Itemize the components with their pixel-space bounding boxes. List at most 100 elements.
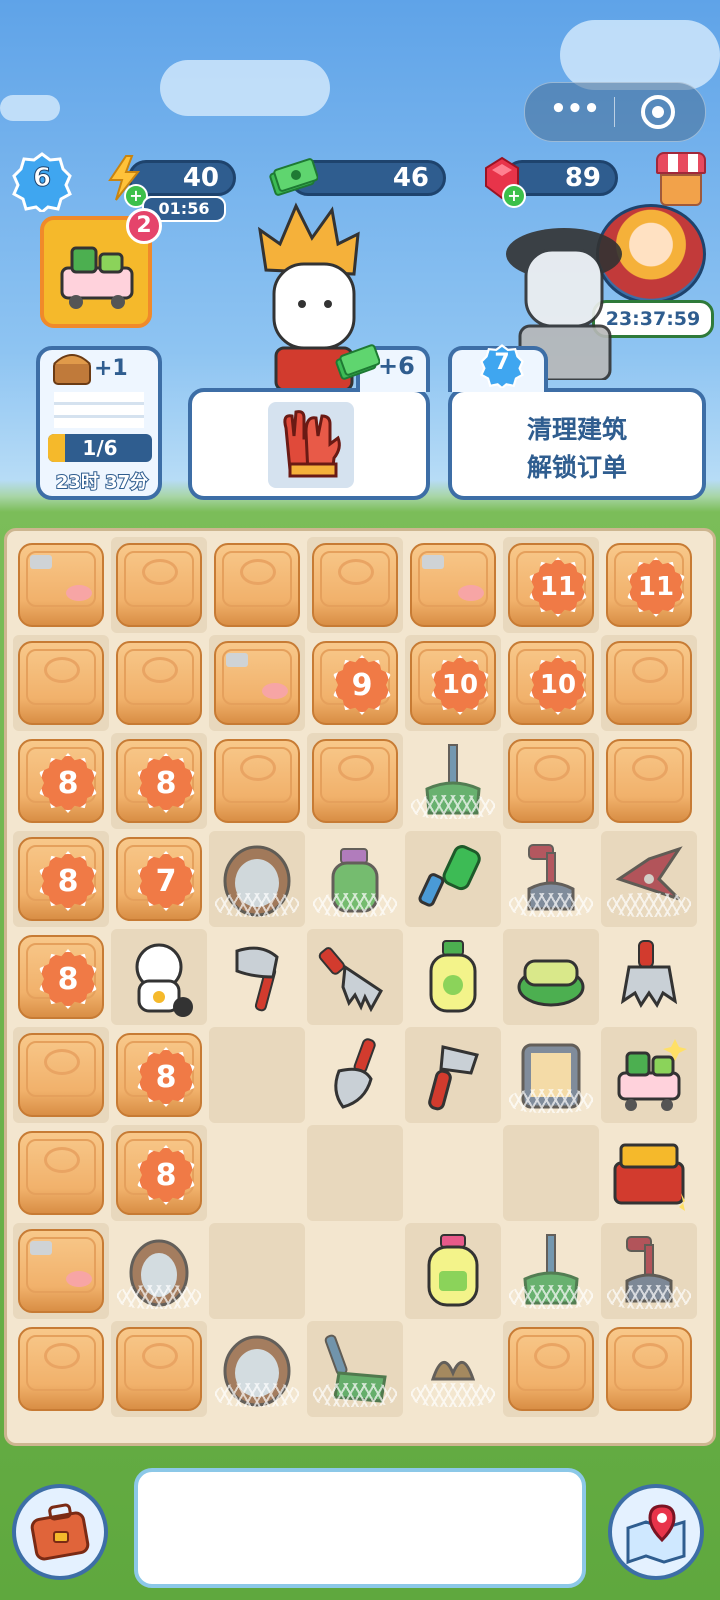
crate[interactable]: 8 bbox=[18, 935, 104, 1019]
crate[interactable]: 8 bbox=[116, 1131, 202, 1215]
crate[interactable] bbox=[18, 1131, 104, 1215]
crate[interactable] bbox=[116, 641, 202, 725]
board-cell[interactable] bbox=[503, 929, 599, 1025]
message-box[interactable] bbox=[134, 1468, 586, 1588]
board-cell[interactable] bbox=[13, 1125, 109, 1221]
crate[interactable]: 8 bbox=[18, 837, 104, 921]
board-cell-empty[interactable] bbox=[503, 1125, 599, 1221]
cart-icon[interactable] bbox=[609, 1035, 689, 1115]
crate[interactable] bbox=[18, 641, 104, 725]
board-cell[interactable] bbox=[601, 831, 697, 927]
flashlight-icon[interactable] bbox=[413, 839, 493, 919]
board-cell[interactable]: 10 bbox=[503, 635, 599, 731]
crate[interactable] bbox=[508, 1327, 594, 1411]
board-cell[interactable] bbox=[503, 831, 599, 927]
crate[interactable] bbox=[606, 1327, 692, 1411]
board-cell[interactable] bbox=[209, 831, 305, 927]
lucky-cat-icon[interactable] bbox=[119, 937, 199, 1017]
close-miniprogram-icon[interactable] bbox=[641, 95, 675, 129]
board-cell[interactable]: 8 bbox=[111, 1027, 207, 1123]
crate[interactable] bbox=[312, 739, 398, 823]
board-cell[interactable] bbox=[307, 929, 403, 1025]
board-cell[interactable]: 7 bbox=[111, 831, 207, 927]
board-cell[interactable] bbox=[13, 537, 109, 633]
board-cell[interactable] bbox=[601, 929, 697, 1025]
crate[interactable] bbox=[18, 1033, 104, 1117]
trowel-icon[interactable] bbox=[315, 1035, 395, 1115]
board-cell[interactable] bbox=[503, 1027, 599, 1123]
rake-icon[interactable] bbox=[315, 937, 395, 1017]
board-cell[interactable] bbox=[307, 1027, 403, 1123]
board-cell[interactable] bbox=[307, 537, 403, 633]
board-cell[interactable] bbox=[405, 831, 501, 927]
toolbox-icon[interactable] bbox=[609, 1133, 689, 1213]
crate[interactable] bbox=[18, 1229, 104, 1313]
board-cell[interactable]: 8 bbox=[13, 929, 109, 1025]
board-cell-empty[interactable] bbox=[209, 1027, 305, 1123]
crate[interactable]: 8 bbox=[116, 739, 202, 823]
board-cell[interactable] bbox=[307, 733, 403, 829]
board-cell[interactable]: 8 bbox=[111, 1125, 207, 1221]
lotion-icon[interactable] bbox=[413, 1231, 493, 1311]
inventory-button[interactable] bbox=[12, 1484, 108, 1580]
board-cell[interactable] bbox=[209, 537, 305, 633]
crate[interactable]: 8 bbox=[116, 1033, 202, 1117]
crate[interactable] bbox=[312, 543, 398, 627]
soap-icon[interactable] bbox=[413, 937, 493, 1017]
crate[interactable] bbox=[18, 543, 104, 627]
board-cell[interactable] bbox=[405, 733, 501, 829]
board-cell[interactable] bbox=[111, 929, 207, 1025]
more-icon[interactable]: ••• bbox=[545, 96, 605, 125]
scraper-icon[interactable] bbox=[609, 937, 689, 1017]
board-cell[interactable] bbox=[13, 1027, 109, 1123]
crate[interactable] bbox=[508, 739, 594, 823]
board-cell[interactable] bbox=[111, 537, 207, 633]
putty-knife-icon[interactable] bbox=[413, 1035, 493, 1115]
board-cell[interactable] bbox=[405, 537, 501, 633]
board-cell[interactable] bbox=[405, 929, 501, 1025]
board-cell[interactable] bbox=[307, 831, 403, 927]
crate[interactable] bbox=[214, 739, 300, 823]
crate[interactable] bbox=[18, 1327, 104, 1411]
sponge-icon[interactable] bbox=[511, 937, 591, 1017]
board-cell[interactable] bbox=[13, 1321, 109, 1417]
axe-icon[interactable] bbox=[217, 937, 297, 1017]
board-cell[interactable] bbox=[13, 1223, 109, 1319]
crate[interactable] bbox=[606, 641, 692, 725]
board-cell-empty[interactable] bbox=[405, 1125, 501, 1221]
board-cell-empty[interactable] bbox=[307, 1125, 403, 1221]
crate[interactable] bbox=[410, 543, 496, 627]
crate[interactable]: 9 bbox=[312, 641, 398, 725]
board-cell[interactable] bbox=[209, 929, 305, 1025]
board-cell[interactable] bbox=[601, 1125, 697, 1221]
board-cell[interactable] bbox=[111, 1223, 207, 1319]
board-cell[interactable]: 9 bbox=[307, 635, 403, 731]
board-cell[interactable] bbox=[405, 1223, 501, 1319]
board-cell[interactable] bbox=[601, 1321, 697, 1417]
board-cell[interactable] bbox=[601, 1223, 697, 1319]
board-cell[interactable] bbox=[405, 1321, 501, 1417]
board-cell[interactable] bbox=[503, 1321, 599, 1417]
shop-icon[interactable] bbox=[654, 152, 708, 210]
unlock-panel[interactable]: 清理建筑 解锁订单 bbox=[448, 388, 706, 500]
board-cell[interactable]: 8 bbox=[13, 733, 109, 829]
crate[interactable]: 11 bbox=[606, 543, 692, 627]
crate[interactable]: 10 bbox=[410, 641, 496, 725]
board-cell[interactable] bbox=[13, 635, 109, 731]
board-cell[interactable] bbox=[209, 1321, 305, 1417]
board-cell-empty[interactable] bbox=[209, 1223, 305, 1319]
crate[interactable] bbox=[214, 543, 300, 627]
crate[interactable]: 7 bbox=[116, 837, 202, 921]
board-cell[interactable]: 11 bbox=[601, 537, 697, 633]
board-cell[interactable] bbox=[111, 635, 207, 731]
board-cell[interactable] bbox=[307, 1321, 403, 1417]
map-button[interactable] bbox=[608, 1484, 704, 1580]
board-cell[interactable] bbox=[209, 635, 305, 731]
crate[interactable] bbox=[116, 1327, 202, 1411]
order-item-slot[interactable] bbox=[268, 402, 354, 488]
board-cell[interactable]: 10 bbox=[405, 635, 501, 731]
crate[interactable] bbox=[606, 739, 692, 823]
board-cell[interactable]: 8 bbox=[13, 831, 109, 927]
board-cell[interactable] bbox=[503, 1223, 599, 1319]
board-cell[interactable]: 11 bbox=[503, 537, 599, 633]
